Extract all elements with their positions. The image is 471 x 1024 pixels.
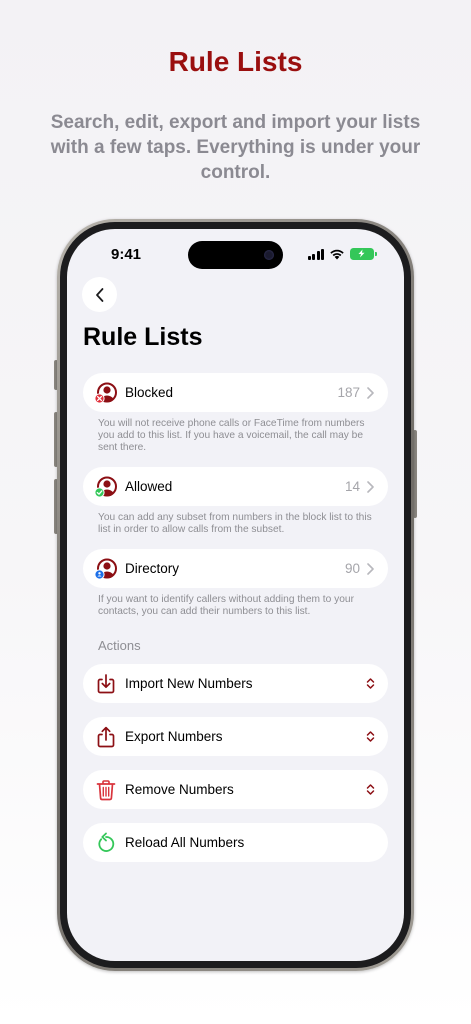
chevron-right-icon	[367, 386, 374, 399]
camera-icon	[264, 250, 274, 260]
signal-icon	[307, 248, 324, 260]
list-row-allowed[interactable]: Allowed 14	[83, 467, 388, 506]
list-footnote-allowed: You can add any subset from numbers in t…	[98, 512, 372, 535]
promo-subtitle: Search, edit, export and import your lis…	[50, 112, 421, 183]
list-row-label: Blocked	[125, 385, 174, 400]
chevron-left-icon	[95, 287, 103, 302]
action-label: Import New Numbers	[125, 676, 253, 691]
person-directory-icon	[93, 556, 119, 582]
page-title: Rule Lists	[83, 323, 203, 351]
status-time: 9:41	[111, 246, 142, 263]
trash-icon	[93, 777, 119, 803]
back-button[interactable]	[82, 277, 117, 312]
promo-title: Rule Lists	[168, 46, 303, 77]
list-row-count: 14	[344, 479, 360, 494]
wifi-icon	[330, 249, 344, 260]
chevron-right-icon	[367, 562, 374, 575]
person-blocked-icon	[93, 380, 119, 406]
reload-icon	[93, 830, 119, 856]
list-row-count: 90	[344, 561, 360, 576]
remove-numbers-button[interactable]: Remove Numbers	[83, 770, 388, 809]
action-label: Reload All Numbers	[125, 835, 245, 850]
status-bar: 9:41	[67, 229, 404, 279]
status-icons	[307, 248, 377, 260]
list-row-label: Directory	[125, 561, 180, 576]
export-numbers-button[interactable]: Export Numbers	[83, 717, 388, 756]
dynamic-island	[188, 241, 283, 269]
list-row-directory[interactable]: Directory 90	[83, 549, 388, 588]
list-footnote-directory: If you want to identify callers without …	[98, 594, 354, 617]
action-label: Export Numbers	[125, 729, 223, 744]
battery-charging-icon	[350, 248, 377, 260]
up-down-chevron-icon	[366, 730, 375, 743]
list-footnote-blocked: You will not receive phone calls or Face…	[98, 418, 365, 453]
actions-section-header: Actions	[98, 638, 141, 653]
action-label: Remove Numbers	[125, 782, 234, 797]
import-tray-icon	[93, 671, 119, 697]
person-allowed-icon	[93, 474, 119, 500]
list-row-count: 187	[337, 385, 360, 400]
list-row-label: Allowed	[125, 479, 173, 494]
import-numbers-button[interactable]: Import New Numbers	[83, 664, 388, 703]
chevron-right-icon	[367, 480, 374, 493]
share-icon	[93, 724, 119, 750]
up-down-chevron-icon	[366, 783, 375, 796]
reload-all-numbers-button[interactable]: Reload All Numbers	[83, 823, 388, 862]
phone-screen: 9:41 Rule Lists Blocked 187 You will not…	[67, 229, 404, 961]
up-down-chevron-icon	[366, 677, 375, 690]
list-row-blocked[interactable]: Blocked 187	[83, 373, 388, 412]
